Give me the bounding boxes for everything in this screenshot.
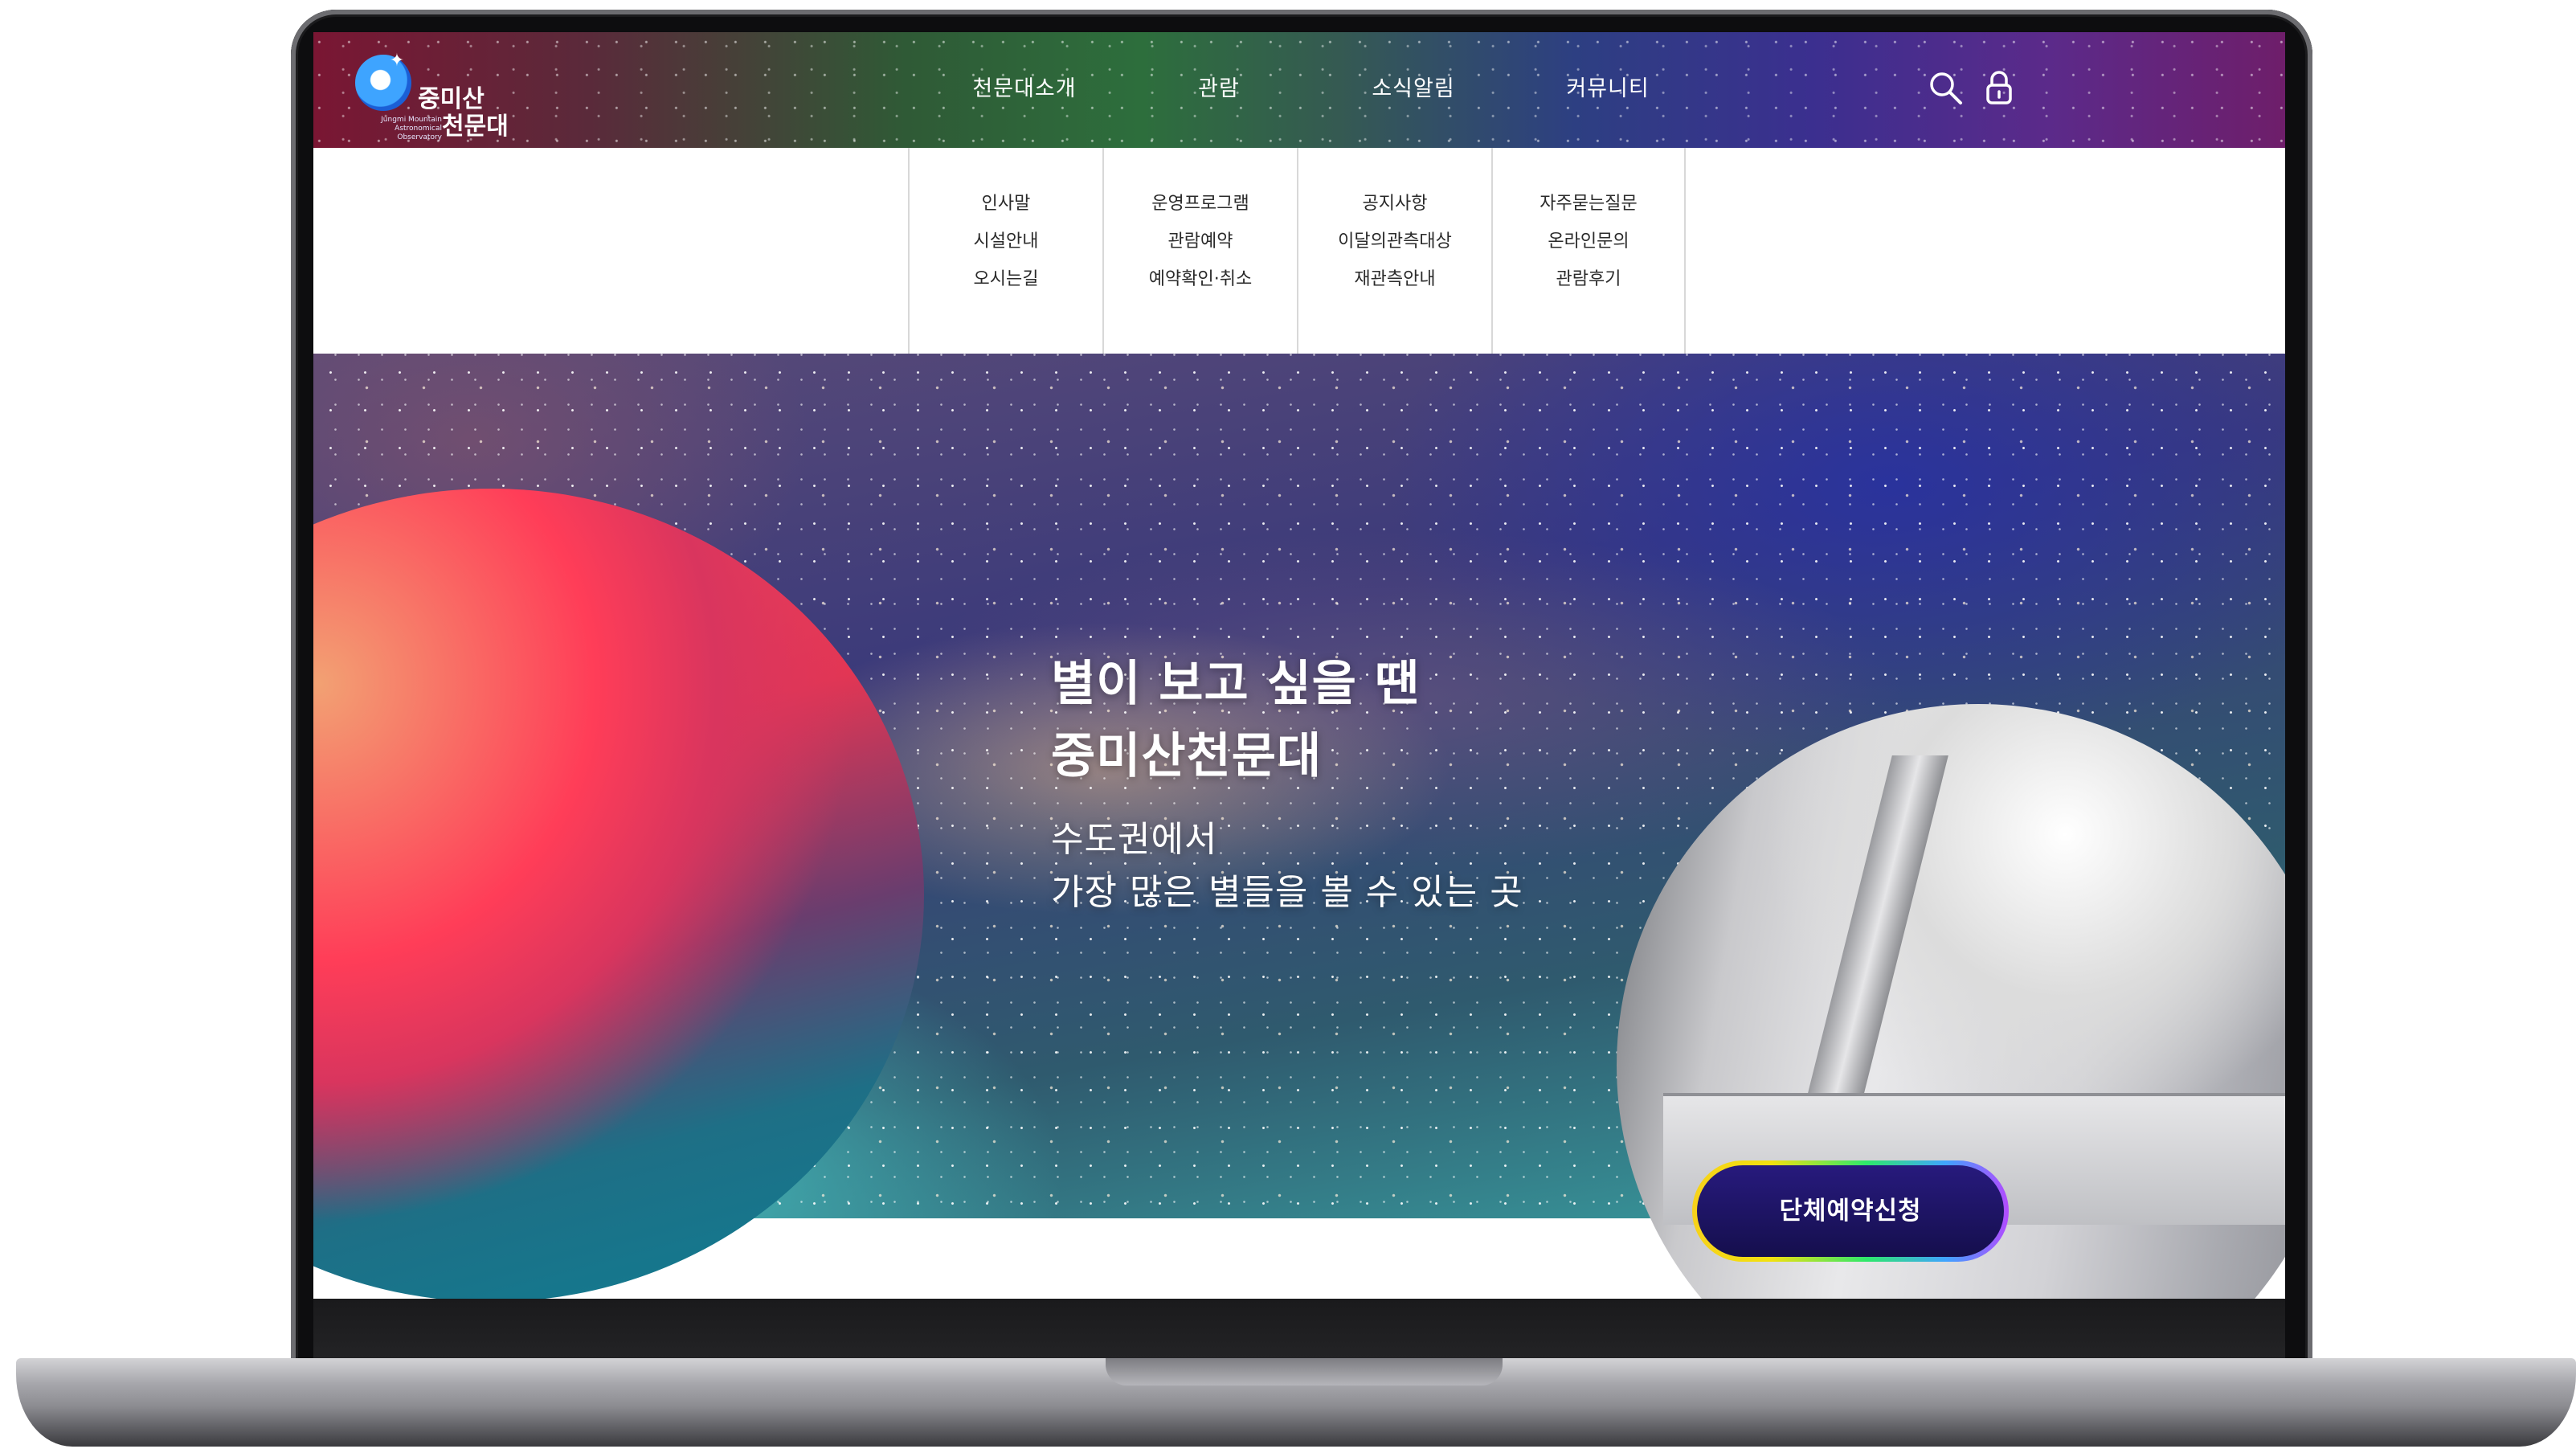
menu-item-faq[interactable]: 자주묻는질문 (1493, 185, 1684, 223)
hero-title-line1: 별이 보고 싶을 땐 (1051, 656, 1421, 712)
menu-item-reservation-check[interactable]: 예약확인·취소 (1104, 260, 1297, 298)
lock-icon[interactable] (1978, 68, 2020, 109)
site-logo[interactable]: ✦ 중미산 천문대 Jungmi Mountain Astronomical O… (355, 50, 516, 141)
hero-title: 별이 보고 싶을 땐 중미산천문대 (1051, 648, 1420, 792)
menu-item-notices[interactable]: 공지사항 (1298, 185, 1491, 223)
hero-subtitle-line1: 수도권에서 (1051, 819, 1218, 860)
menu-item-monthly-targets[interactable]: 이달의관측대상 (1298, 223, 1491, 260)
laptop-base-notch (1106, 1358, 1503, 1385)
mega-menu-dropdown: 인사말 시설안내 오시는길 운영프로그램 관람예약 예약확인·취소 공지사항 이… (313, 148, 2285, 354)
menu-item-reviews[interactable]: 관람후기 (1493, 260, 1684, 298)
menu-item-greeting[interactable]: 인사말 (910, 185, 1102, 223)
hero-subtitle-line2: 가장 많은 별들을 볼 수 있는 곳 (1051, 872, 1523, 913)
group-reservation-button[interactable]: 단체예약신청 (1692, 1160, 2009, 1262)
logo-text-line2: 천문대 (442, 113, 509, 141)
menu-column-news: 공지사항 이달의관측대상 재관측안내 (1297, 148, 1491, 354)
menu-column-community: 자주묻는질문 온라인문의 관람후기 (1491, 148, 1686, 354)
nav-item-about[interactable]: 천문대소개 (927, 71, 1122, 102)
menu-item-inquiry[interactable]: 온라인문의 (1493, 223, 1684, 260)
menu-item-directions[interactable]: 오시는길 (910, 260, 1102, 298)
menu-column-visit: 운영프로그램 관람예약 예약확인·취소 (1102, 148, 1297, 354)
menu-item-facilities[interactable]: 시설안내 (910, 223, 1102, 260)
site-header: ✦ 중미산 천문대 Jungmi Mountain Astronomical O… (313, 32, 2285, 148)
hero-subtitle: 수도권에서 가장 많은 별들을 볼 수 있는 곳 (1051, 813, 1523, 919)
nav-item-news[interactable]: 소식알림 (1316, 71, 1511, 102)
menu-item-reservation[interactable]: 관람예약 (1104, 223, 1297, 260)
laptop-screen: ✦ 중미산 천문대 Jungmi Mountain Astronomical O… (313, 32, 2285, 1299)
nav-item-visit[interactable]: 관람 (1122, 71, 1316, 102)
star-icon: ✦ (389, 51, 405, 71)
menu-item-reobservation[interactable]: 재관측안내 (1298, 260, 1491, 298)
hero-title-line2: 중미산천문대 (1051, 728, 1323, 784)
nav-item-community[interactable]: 커뮤니티 (1511, 71, 1705, 102)
group-reservation-label: 단체예약신청 (1697, 1165, 2004, 1257)
laptop-screen-chin (313, 1299, 2285, 1358)
menu-item-programs[interactable]: 운영프로그램 (1104, 185, 1297, 223)
menu-column-about: 인사말 시설안내 오시는길 (908, 148, 1102, 354)
logo-subtitle: Jungmi Mountain Astronomical Observatory (381, 116, 442, 141)
search-icon[interactable] (1925, 68, 1967, 109)
